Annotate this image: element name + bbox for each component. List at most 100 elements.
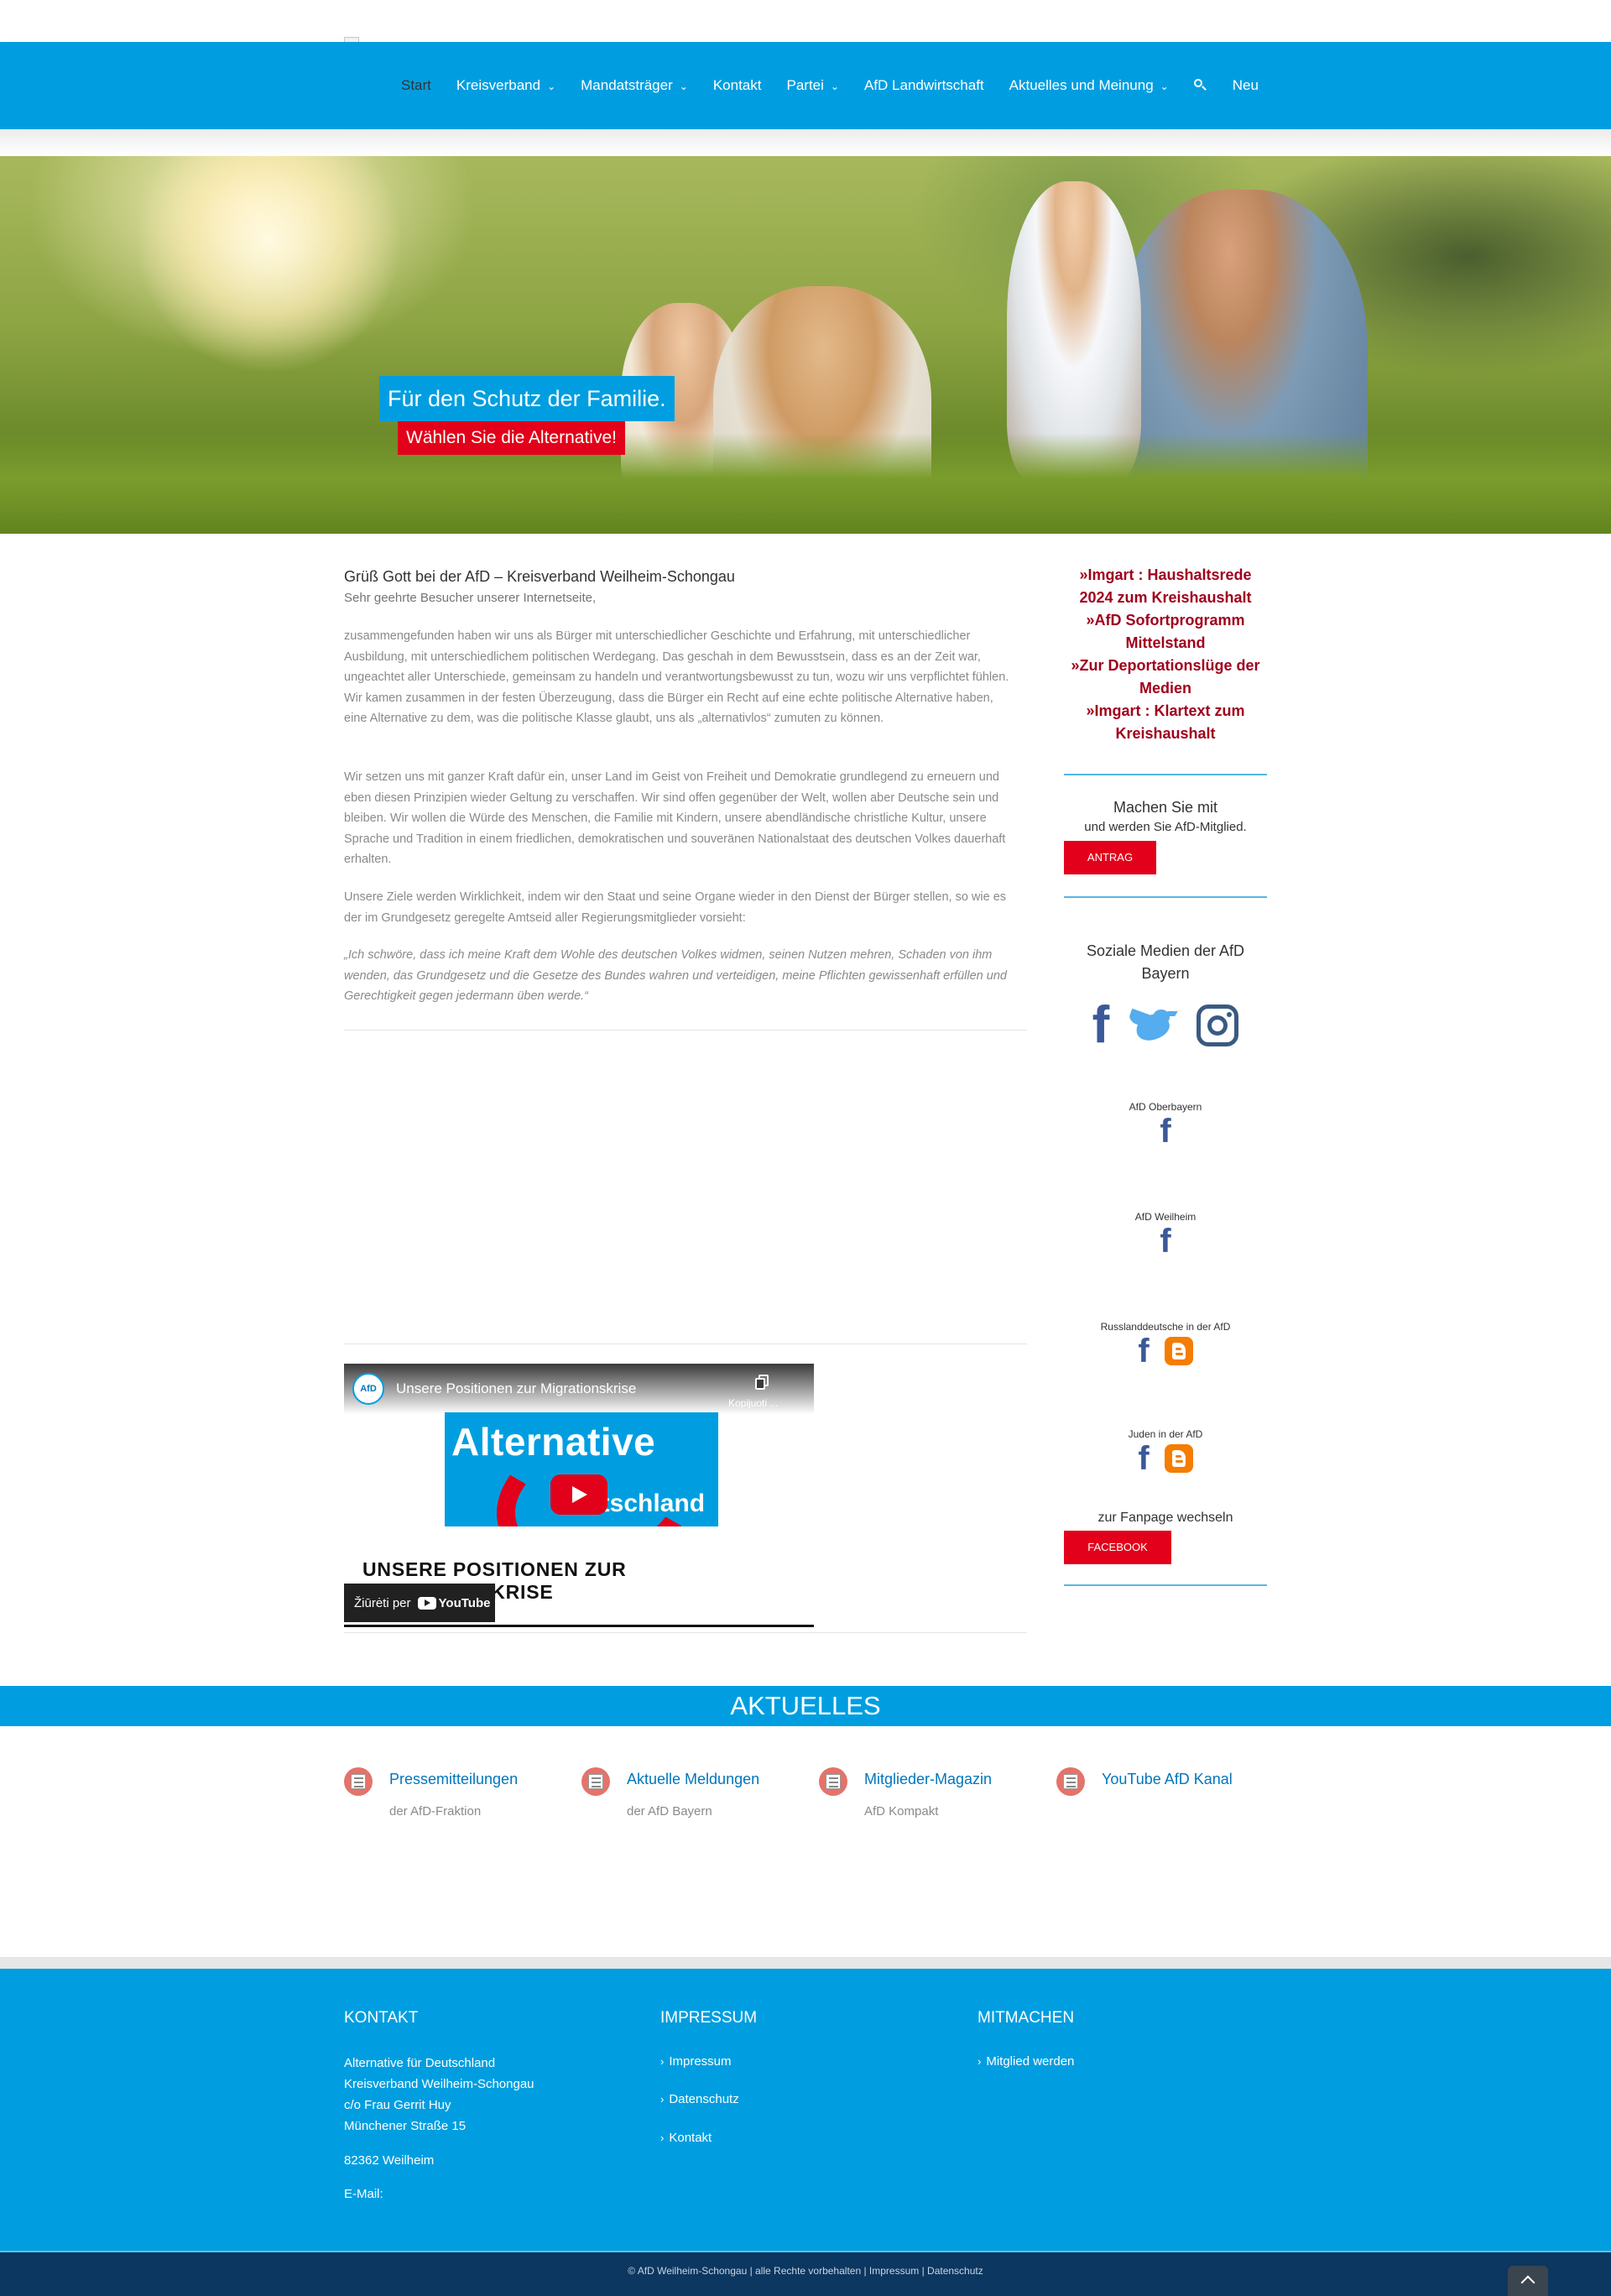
aktuelles-item-sub: der AfD Bayern bbox=[627, 1804, 712, 1819]
footer-impressum-heading: IMPRESSUM bbox=[660, 2009, 758, 2027]
footer-link-impressum[interactable]: › Impressum bbox=[660, 2054, 732, 2069]
antrag-button[interactable]: ANTRAG bbox=[1064, 841, 1156, 874]
intro-text: Sehr geehrte Besucher unserer Internetse… bbox=[344, 591, 597, 605]
facebook-icon[interactable]: f bbox=[1138, 1442, 1149, 1475]
angle-right-icon: › bbox=[660, 2055, 665, 2068]
newspaper-icon bbox=[581, 1767, 610, 1796]
address-line: Münchener Straße 15 bbox=[344, 2119, 467, 2133]
news-link-haushaltsrede[interactable]: »Imgart : Haushaltsrede 2024 zum Kreisha… bbox=[1064, 564, 1267, 609]
facebook-fanpage-button[interactable]: FACEBOOK bbox=[1064, 1531, 1171, 1564]
footer-link-label: Impressum bbox=[669, 2054, 732, 2069]
news-link-sofortprogramm[interactable]: »AfD Sofortprogramm Mittelstand bbox=[1064, 609, 1267, 655]
page-label-oberbayern: AfD Oberbayern bbox=[1129, 1101, 1202, 1113]
aktuelles-item-title[interactable]: Pressemitteilungen bbox=[389, 1771, 518, 1788]
footer-mitmachen-heading: MITMACHEN bbox=[978, 2009, 1075, 2027]
nav-partei[interactable]: Partei ⌄ bbox=[786, 77, 838, 94]
footer-top-border bbox=[0, 1957, 1611, 1969]
angle-right-icon: › bbox=[978, 2055, 982, 2068]
nav-label: Start bbox=[401, 77, 431, 93]
nav-landwirtschaft[interactable]: AfD Landwirtschaft bbox=[864, 77, 984, 94]
angle-right-icon: › bbox=[660, 2093, 665, 2106]
main-nav: Start Kreisverband ⌄ Mandatsträger ⌄ Konta… bbox=[401, 42, 1284, 129]
watch-on-youtube-button[interactable]: Žiūrėti per YouTube bbox=[344, 1584, 495, 1622]
facebook-icon[interactable]: f bbox=[1092, 999, 1110, 1051]
nav-start[interactable]: Start bbox=[401, 77, 431, 94]
footer-email-label: E-Mail: bbox=[344, 2187, 383, 2201]
copy-link-icon[interactable] bbox=[755, 1375, 769, 1390]
nav-label: Neu bbox=[1232, 77, 1259, 93]
newspaper-icon bbox=[819, 1767, 847, 1796]
nav-neu[interactable]: Neu bbox=[1233, 77, 1259, 94]
join-subtitle: und werden Sie AfD-Mitglied. bbox=[1084, 820, 1247, 834]
chevron-down-icon: ⌄ bbox=[830, 81, 839, 92]
aktuelles-heading: AKTUELLES bbox=[0, 1686, 1611, 1726]
content-divider bbox=[344, 1030, 1027, 1031]
channel-avatar[interactable]: AfD bbox=[352, 1373, 384, 1405]
angle-right-icon: › bbox=[660, 2132, 665, 2144]
nav-kreisverband[interactable]: Kreisverband ⌄ bbox=[456, 77, 555, 94]
copy-link-label[interactable]: Kopijuoti ... bbox=[728, 1397, 778, 1409]
join-title: Machen Sie mit bbox=[1113, 799, 1218, 816]
hero-title: Für den Schutz der Familie. bbox=[379, 376, 675, 421]
video-title[interactable]: Unsere Positionen zur Migrationskrise bbox=[396, 1380, 636, 1397]
watch-label: Žiūrėti per bbox=[354, 1595, 411, 1610]
paragraph-2: Wir setzen uns mit ganzer Kraft dafür ei… bbox=[344, 770, 1006, 866]
youtube-video-embed[interactable]: AfD Unsere Positionen zur Migrationskris… bbox=[344, 1364, 814, 1627]
aktuelles-item-title[interactable]: YouTube AfD Kanal bbox=[1102, 1771, 1233, 1788]
blogger-icon[interactable] bbox=[1164, 1444, 1193, 1473]
page-title: Grüß Gott bei der AfD – Kreisverband Wei… bbox=[344, 568, 735, 585]
nav-aktuelles-meinung[interactable]: Aktuelles und Meinung ⌄ bbox=[1009, 77, 1169, 94]
sidebar: »Imgart : Haushaltsrede 2024 zum Kreisha… bbox=[1064, 564, 1267, 1586]
address-line: c/o Frau Gerrit Huy bbox=[344, 2098, 451, 2112]
footer-link-kontakt[interactable]: › Kontakt bbox=[660, 2131, 712, 2145]
footer: KONTAKT Alternative für Deutschland Krei… bbox=[0, 1969, 1611, 2251]
play-button-icon[interactable] bbox=[550, 1474, 607, 1515]
footer-link-datenschutz[interactable]: › Datenschutz bbox=[660, 2092, 739, 2106]
page-label-weilheim: AfD Weilheim bbox=[1134, 1211, 1197, 1223]
news-list: »Imgart : Haushaltsrede 2024 zum Kreisha… bbox=[1064, 564, 1267, 745]
nav-mandatstraeger[interactable]: Mandatsträger ⌄ bbox=[581, 77, 688, 94]
scroll-to-top-button[interactable] bbox=[1508, 2266, 1548, 2296]
footer-link-label: Datenschutz bbox=[669, 2092, 739, 2106]
page-icons-weilheim: f bbox=[1064, 1224, 1267, 1258]
footer-address: Alternative für Deutschland Kreisverband… bbox=[344, 2053, 534, 2137]
twitter-icon[interactable] bbox=[1128, 1006, 1179, 1045]
hero-subtitle: Wählen Sie die Alternative! bbox=[398, 421, 625, 455]
content-divider bbox=[344, 1632, 1027, 1633]
paragraph-3: Unsere Ziele werden Wirklichkeit, indem … bbox=[344, 890, 1007, 925]
page-label-russlanddeutsche: Russlanddeutsche in der AfD bbox=[1100, 1321, 1231, 1333]
search-icon[interactable] bbox=[1193, 79, 1207, 92]
footer-city: 82362 Weilheim bbox=[344, 2153, 435, 2168]
news-link-klartext[interactable]: »Imgart : Klartext zum Kreishaushalt bbox=[1064, 700, 1267, 745]
nav-label: Partei bbox=[786, 77, 824, 93]
news-link-deportationsluege[interactable]: »Zur Deportationslüge der Medien bbox=[1064, 655, 1267, 700]
newspaper-icon bbox=[344, 1767, 373, 1796]
chevron-down-icon: ⌄ bbox=[1160, 81, 1169, 92]
film-icon bbox=[1056, 1767, 1085, 1796]
footer-kontakt-heading: KONTAKT bbox=[344, 2009, 419, 2027]
hero-banner bbox=[0, 156, 1611, 534]
nav-kontakt[interactable]: Kontakt bbox=[713, 77, 762, 94]
nav-label: Mandatsträger bbox=[581, 77, 673, 93]
facebook-icon[interactable]: f bbox=[1160, 1224, 1170, 1258]
aktuelles-item-title[interactable]: Aktuelle Meldungen bbox=[627, 1771, 759, 1788]
thumbnail-logo-text-top: Alternative bbox=[451, 1420, 656, 1464]
aktuelles-item-title[interactable]: Mitglieder-Magazin bbox=[864, 1771, 992, 1788]
aktuelles-item-sub: AfD Kompakt bbox=[864, 1804, 939, 1819]
main-navbar: Start Kreisverband ⌄ Mandatsträger ⌄ Konta… bbox=[0, 42, 1611, 129]
page-icons-russlanddeutsche: f bbox=[1064, 1334, 1267, 1368]
blogger-icon[interactable] bbox=[1164, 1337, 1193, 1365]
oath-quote: „Ich schwöre, dass ich meine Kraft dem W… bbox=[344, 948, 1007, 1003]
footer-link-mitglied-werden[interactable]: › Mitglied werden bbox=[978, 2054, 1074, 2069]
hero-sunlight bbox=[134, 156, 403, 374]
youtube-wordmark: YouTube bbox=[438, 1595, 491, 1610]
nav-label: Kreisverband bbox=[456, 77, 541, 93]
chevron-down-icon: ⌄ bbox=[547, 81, 556, 92]
facebook-icon[interactable]: f bbox=[1138, 1334, 1149, 1368]
aktuelles-item-sub: der AfD-Fraktion bbox=[389, 1804, 482, 1819]
facebook-icon[interactable]: f bbox=[1160, 1114, 1170, 1148]
address-line: Kreisverband Weilheim-Schongau bbox=[344, 2077, 534, 2091]
hero-grass bbox=[0, 433, 1611, 534]
instagram-icon[interactable] bbox=[1197, 1004, 1239, 1046]
fanpage-label: zur Fanpage wechseln bbox=[1097, 1511, 1233, 1525]
